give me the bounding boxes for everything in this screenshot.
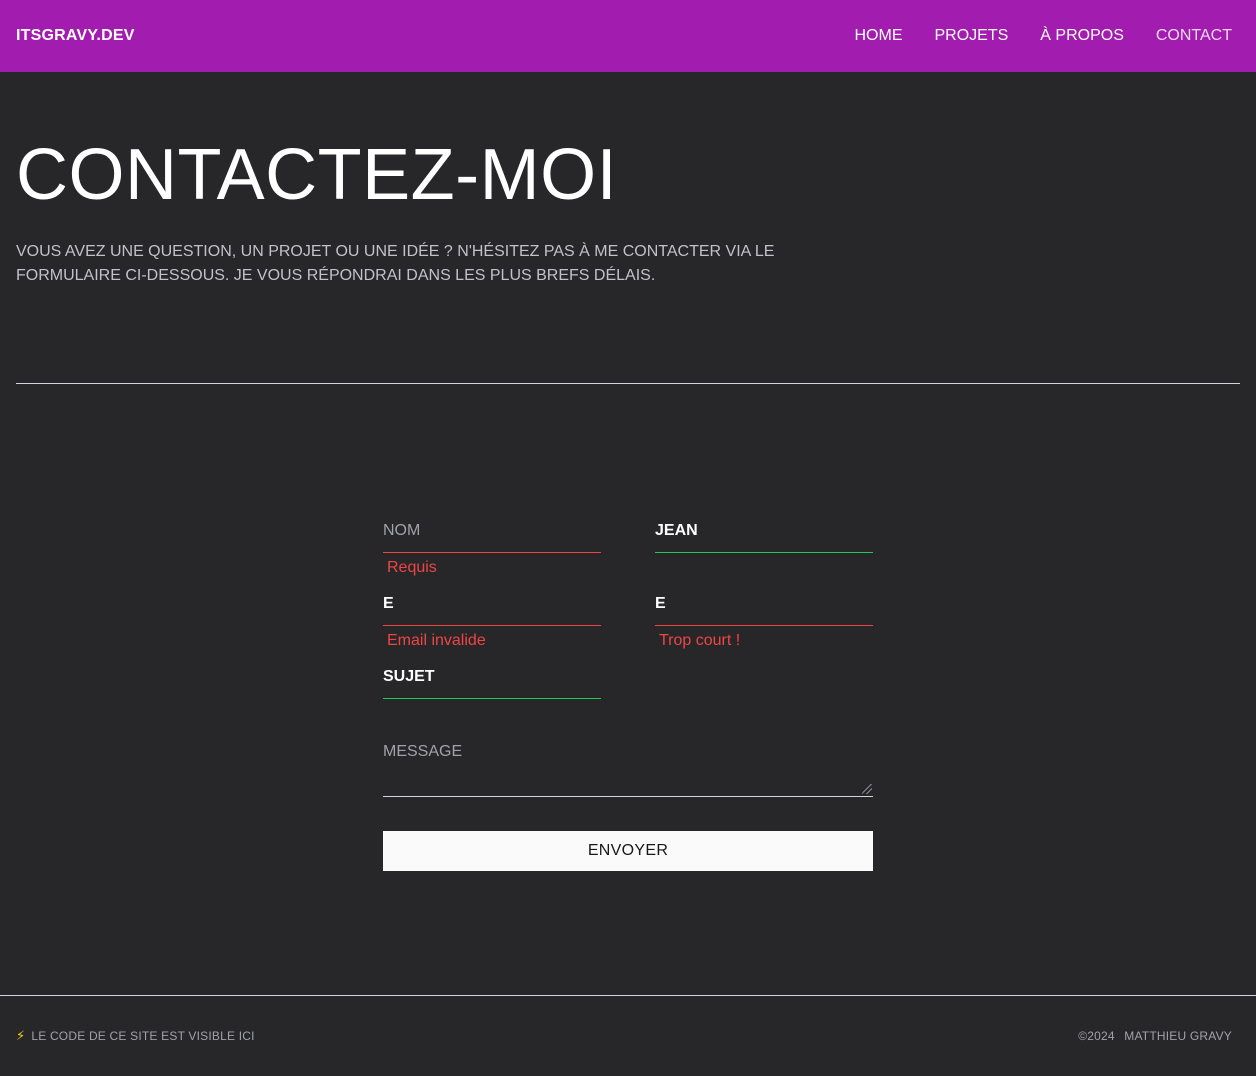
- author-name: MATTHIEU GRAVY: [1124, 1029, 1232, 1043]
- footer-source: ⚡ LE CODE DE CE SITE EST VISIBLE ICI: [16, 1028, 255, 1044]
- footer-divider: [0, 995, 1256, 996]
- source-code-link[interactable]: LE CODE DE CE SITE EST VISIBLE ICI: [31, 1029, 254, 1043]
- footer: ⚡ LE CODE DE CE SITE EST VISIBLE ICI ©20…: [16, 1028, 1232, 1044]
- nav-a-propos[interactable]: À PROPOS: [1040, 27, 1124, 45]
- footer-copyright: ©2024 MATTHIEU GRAVY: [1072, 1029, 1232, 1043]
- telephone-input[interactable]: E: [655, 589, 873, 626]
- nom-input[interactable]: NOM: [383, 516, 601, 553]
- nav-contact[interactable]: CONTACT: [1156, 27, 1232, 45]
- sujet-input[interactable]: SUJET: [383, 662, 601, 699]
- email-field-group: E Email invalide: [383, 589, 601, 652]
- brand-logo-link[interactable]: ITSGRAVY.DEV: [16, 27, 135, 45]
- telephone-field-group: E Trop court !: [655, 589, 873, 652]
- sujet-field-group: SUJET: [383, 662, 601, 699]
- envoyer-button[interactable]: ENVOYER: [383, 831, 873, 871]
- nav-projets[interactable]: PROJETS: [934, 27, 1008, 45]
- resize-handle-icon[interactable]: [862, 784, 872, 794]
- section-divider: [16, 383, 1240, 384]
- message-placeholder: MESSAGE: [383, 743, 463, 760]
- page-title: CONTACTEZ-MOI: [16, 135, 618, 215]
- copyright-year: ©2024: [1078, 1029, 1115, 1043]
- prenom-input[interactable]: JEAN: [655, 516, 873, 553]
- nav-home[interactable]: HOME: [854, 27, 902, 45]
- message-textarea[interactable]: MESSAGE: [383, 735, 873, 797]
- email-error-message: Email invalide: [387, 632, 486, 649]
- intro-text: VOUS AVEZ UNE QUESTION, UN PROJET OU UNE…: [16, 243, 775, 284]
- main-nav: HOME PROJETS À PROPOS CONTACT: [822, 27, 1232, 45]
- prenom-field-group: JEAN: [655, 516, 873, 553]
- lightning-bolt-icon: ⚡: [16, 1028, 26, 1043]
- nom-field-group: NOM Requis: [383, 516, 601, 579]
- email-input[interactable]: E: [383, 589, 601, 626]
- nom-error-message: Requis: [387, 559, 437, 576]
- top-navbar: ITSGRAVY.DEV HOME PROJETS À PROPOS CONTA…: [0, 0, 1256, 72]
- telephone-error-message: Trop court !: [659, 632, 741, 649]
- page: ITSGRAVY.DEV HOME PROJETS À PROPOS CONTA…: [0, 0, 1256, 1076]
